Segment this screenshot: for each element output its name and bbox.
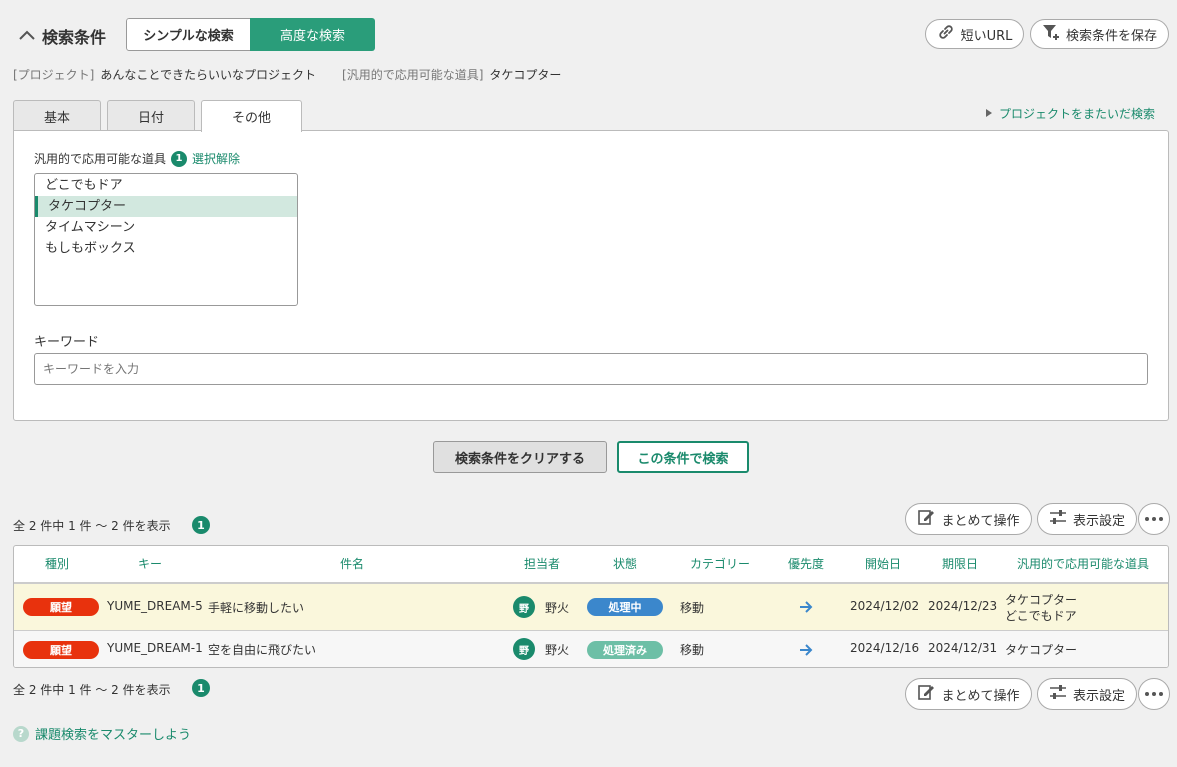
column-header-tool[interactable]: 汎用的で応用可能な道具	[1017, 546, 1149, 583]
display-settings-label: 表示設定	[1072, 513, 1125, 529]
tool-value: どこでもドア	[1005, 609, 1077, 623]
page-number-badge-bottom[interactable]: 1	[192, 679, 210, 697]
page-title: 検索条件	[42, 28, 107, 47]
start-date: 2024/12/02	[850, 599, 920, 613]
bulk-action-label: まとめて操作	[941, 688, 1020, 704]
clear-conditions-button[interactable]: 検索条件をクリアする	[433, 441, 607, 473]
more-options-button-bottom[interactable]	[1138, 678, 1170, 710]
tool-option[interactable]: タイムマシーン	[35, 217, 297, 238]
save-condition-button[interactable]: 検索条件を保存	[1030, 19, 1169, 49]
avatar: 野	[513, 596, 535, 618]
status-badge: 処理済み	[587, 641, 663, 659]
due-date: 2024/12/23	[928, 599, 998, 613]
status-badge: 処理中	[587, 598, 663, 616]
clear-selection-link[interactable]: 選択解除	[192, 150, 240, 167]
tool-filter-header: 汎用的で応用可能な道具 1 選択解除	[34, 150, 240, 167]
simple-search-tab[interactable]: シンプルな検索	[126, 18, 250, 51]
assignee-name: 野火	[545, 643, 570, 657]
short-url-label: 短いURL	[960, 28, 1013, 44]
column-header-assignee[interactable]: 担当者	[524, 546, 560, 583]
tool-option-selected[interactable]: タケコプター	[35, 196, 297, 217]
cross-project-label: プロジェクトをまたいだ検索	[999, 107, 1156, 121]
issues-table: 種別 キー 件名 担当者 状態 カテゴリー 優先度 開始日 期限日 汎用的で応用…	[13, 545, 1169, 668]
tool-option[interactable]: もしもボックス	[35, 238, 297, 259]
filter-plus-icon	[1042, 23, 1060, 45]
start-date: 2024/12/16	[850, 641, 920, 655]
column-header-priority[interactable]: 優先度	[788, 546, 824, 583]
column-header-key[interactable]: キー	[138, 546, 162, 583]
tool-value: タケコプター	[1005, 643, 1078, 657]
advanced-search-tab[interactable]: 高度な検索	[250, 18, 375, 51]
keyword-label: キーワード	[34, 335, 100, 350]
category: 移動	[680, 601, 705, 615]
tool-filter-label: [汎用的で応用可能な道具]	[342, 68, 484, 82]
tool-listbox[interactable]: どこでもドア タケコプター タイムマシーン もしもボックス	[34, 173, 298, 306]
question-circle-icon: ?	[13, 725, 29, 742]
issue-subject[interactable]: 手軽に移動したい	[208, 599, 304, 616]
search-button[interactable]: この条件で検索	[617, 441, 749, 473]
avatar: 野	[513, 638, 535, 660]
tool-filter-title: 汎用的で応用可能な道具	[34, 152, 167, 166]
more-options-button[interactable]	[1138, 503, 1170, 535]
tool-filter-value: タケコプター	[489, 68, 562, 82]
column-header-status[interactable]: 状態	[613, 546, 637, 583]
issue-subject[interactable]: 空を自由に飛びたい	[208, 641, 316, 658]
assignee-name: 野火	[545, 601, 570, 615]
tool-option[interactable]: どこでもドア	[35, 175, 297, 196]
sliders-icon	[1049, 683, 1067, 705]
bulk-action-label: まとめて操作	[941, 513, 1020, 529]
column-header-subject[interactable]: 件名	[340, 546, 364, 583]
column-header-start-date[interactable]: 開始日	[865, 546, 901, 583]
sliders-icon	[1049, 508, 1067, 530]
bulk-action-button-bottom[interactable]: まとめて操作	[905, 678, 1032, 710]
column-header-due-date[interactable]: 期限日	[942, 546, 978, 583]
issue-type-badge: 願望	[23, 598, 99, 616]
cross-project-search-link[interactable]: プロジェクトをまたいだ検索	[985, 105, 1155, 122]
issue-key-link[interactable]: YUME_DREAM-5	[107, 599, 203, 613]
display-settings-label: 表示設定	[1072, 688, 1125, 704]
column-header-category[interactable]: カテゴリー	[690, 546, 750, 583]
category: 移動	[680, 643, 705, 657]
results-summary-bottom: 全 2 件中 1 件 〜 2 件を表示	[13, 683, 171, 697]
page-number-badge[interactable]: 1	[192, 516, 210, 534]
project-filter-value: あんなことできたらいいなプロジェクト	[100, 68, 317, 82]
tab-date[interactable]: 日付	[107, 100, 195, 131]
issue-type-badge: 願望	[23, 641, 99, 659]
help-link-label: 課題検索をマスターしよう	[35, 728, 192, 743]
collapse-chevron-icon[interactable]	[18, 26, 36, 44]
priority-arrow-icon	[799, 643, 813, 660]
search-mode-toggle: シンプルな検索 高度な検索	[126, 18, 375, 51]
table-header: 種別 キー 件名 担当者 状態 カテゴリー 優先度 開始日 期限日 汎用的で応用…	[14, 546, 1168, 584]
results-summary: 全 2 件中 1 件 〜 2 件を表示	[13, 519, 171, 533]
due-date: 2024/12/31	[928, 641, 998, 655]
edit-icon	[917, 508, 935, 530]
filter-summary: [プロジェクト] あんなことできたらいいなプロジェクト [汎用的で応用可能な道具…	[13, 66, 561, 83]
issue-key-link[interactable]: YUME_DREAM-1	[107, 641, 203, 655]
project-filter-label: [プロジェクト]	[13, 68, 95, 82]
priority-arrow-icon	[799, 600, 813, 617]
short-url-button[interactable]: 短いURL	[925, 19, 1024, 49]
edit-icon	[917, 683, 935, 705]
link-icon	[937, 23, 955, 45]
tool-value: タケコプター	[1005, 593, 1078, 607]
tab-other[interactable]: その他	[201, 100, 302, 132]
save-condition-label: 検索条件を保存	[1065, 28, 1157, 44]
column-header-type[interactable]: 種別	[45, 546, 69, 583]
display-settings-button-bottom[interactable]: 表示設定	[1037, 678, 1137, 710]
table-row[interactable]: 願望 YUME_DREAM-5 手軽に移動したい 野 野火 処理中 移動 202…	[14, 584, 1168, 631]
display-settings-button[interactable]: 表示設定	[1037, 503, 1137, 535]
caret-right-icon	[985, 107, 993, 121]
selected-count-badge: 1	[171, 150, 188, 167]
keyword-input[interactable]	[34, 353, 1148, 385]
table-row[interactable]: 願望 YUME_DREAM-1 空を自由に飛びたい 野 野火 処理済み 移動 2…	[14, 631, 1168, 667]
bulk-action-button[interactable]: まとめて操作	[905, 503, 1032, 535]
tab-basic[interactable]: 基本	[13, 100, 101, 131]
help-link[interactable]: ? 課題検索をマスターしよう	[13, 724, 191, 743]
